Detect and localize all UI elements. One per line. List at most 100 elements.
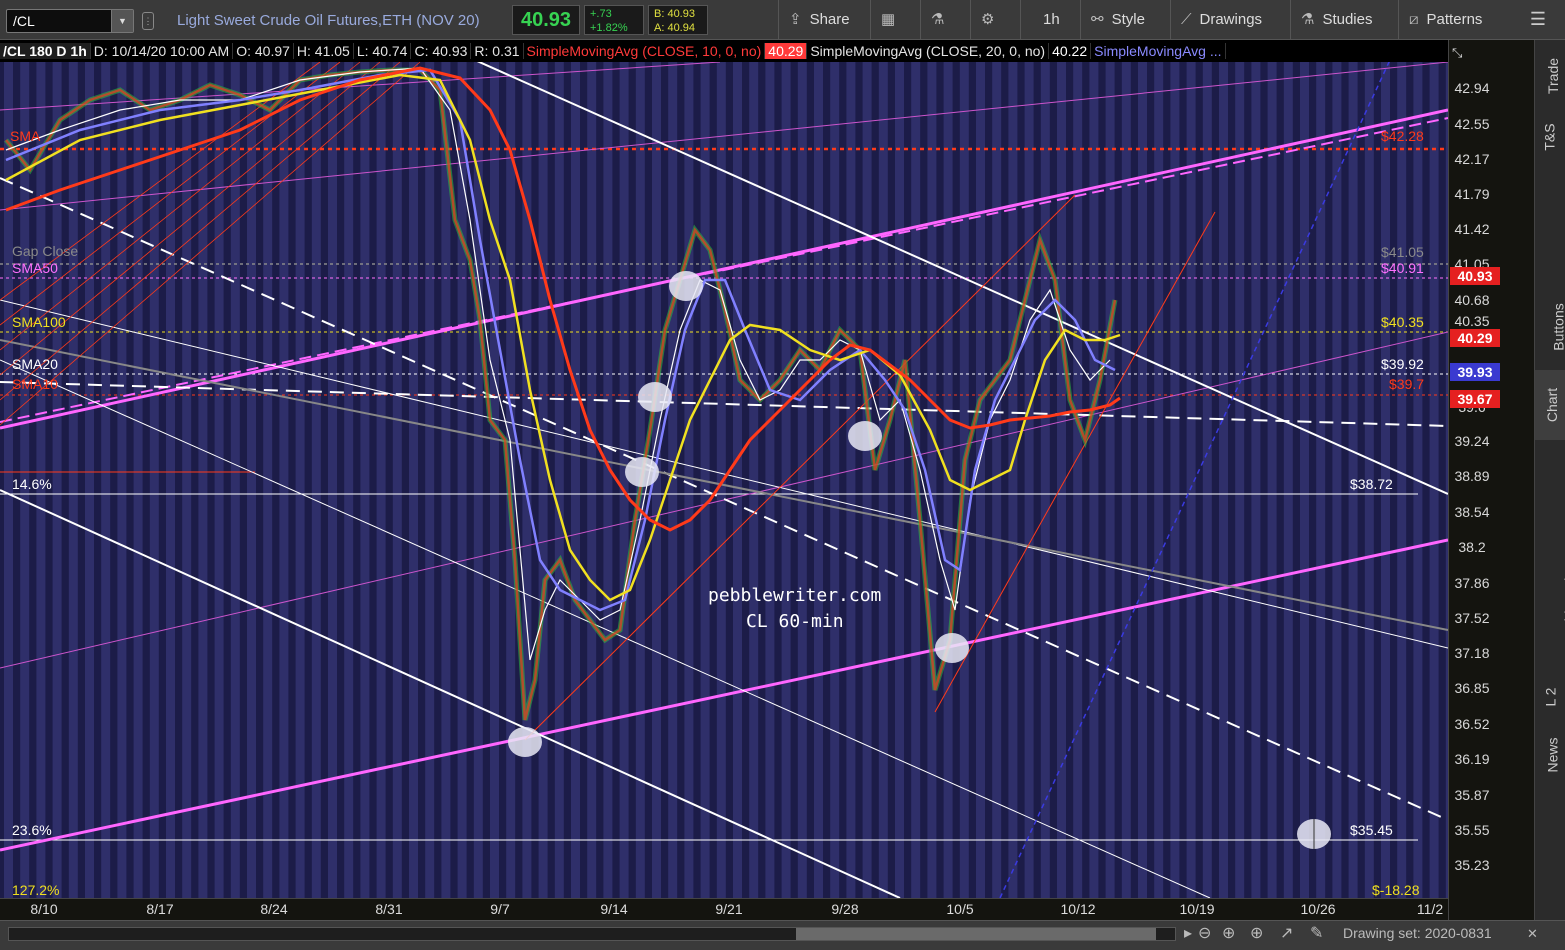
- symbol-dropdown-icon[interactable]: ▼: [111, 10, 133, 32]
- header-sma20-value: 40.22: [1049, 43, 1092, 59]
- session-stripe: [1024, 62, 1034, 898]
- flask-button[interactable]: ⚗: [920, 0, 968, 40]
- style-button[interactable]: ⚯ Style: [1080, 0, 1166, 40]
- symbol-value: /CL: [13, 13, 35, 29]
- session-stripe: [814, 62, 823, 898]
- menu-icon[interactable]: ☰: [1527, 9, 1549, 31]
- price-tick: 35.55: [1454, 822, 1490, 838]
- watermark-timeframe: CL 60-min: [746, 611, 844, 632]
- share-button[interactable]: ⇪ Share: [778, 0, 868, 40]
- header-sma10-label: SimpleMovingAvg (CLOSE, 10, 0, no): [523, 43, 766, 59]
- session-stripe: [1429, 62, 1439, 898]
- price-tick: 40.68: [1454, 292, 1490, 308]
- header-sma20-label: SimpleMovingAvg (CLOSE, 20, 0, no): [807, 43, 1050, 59]
- price-chart[interactable]: [0, 40, 1448, 920]
- bid-ask: B: 40.93 A: 40.94: [648, 5, 708, 35]
- zoom-out-icon[interactable]: ⊖: [1198, 923, 1211, 943]
- close-icon[interactable]: ✕: [1527, 926, 1538, 942]
- drawings-icon: ⟋: [1181, 11, 1192, 28]
- session-stripe: [1267, 62, 1277, 898]
- timeframe-button[interactable]: 1h: [1020, 0, 1078, 40]
- touch-point-marker: [669, 271, 703, 301]
- watermark-site: pebblewriter.com: [708, 585, 882, 606]
- date-tick: 10/5: [946, 901, 974, 917]
- session-stripe: [166, 62, 175, 898]
- fib-14-6-label: 14.6%: [12, 476, 52, 492]
- session-stripe: [781, 62, 791, 898]
- settings-button[interactable]: ⚙: [970, 0, 1018, 40]
- session-stripe: [765, 62, 775, 898]
- date-tick: 11/2: [1416, 901, 1444, 917]
- session-stripe: [797, 62, 807, 898]
- session-stripe: [311, 62, 321, 898]
- session-stripe: [328, 62, 337, 898]
- date-tick: 10/12: [1060, 901, 1096, 917]
- session-stripe: [1138, 62, 1147, 898]
- touch-point-marker: [935, 633, 969, 663]
- scroll-right-icon[interactable]: ▸: [1184, 923, 1192, 943]
- header-sma10-value: 40.29: [765, 43, 808, 59]
- pencil-icon[interactable]: ✎: [1310, 923, 1323, 943]
- touch-point-marker: [625, 457, 659, 487]
- price-tick: 37.86: [1454, 575, 1490, 591]
- drawing-set-label[interactable]: Drawing set: 2020-0831: [1343, 925, 1492, 941]
- side-tab-t-s[interactable]: T&S: [1535, 112, 1565, 162]
- chart-icon: ▦: [881, 11, 896, 28]
- price-tick: 36.19: [1454, 751, 1490, 767]
- header-date: D: 10/14/20 10:00 AM: [90, 43, 234, 59]
- chart-scroll-thumb[interactable]: [796, 928, 1156, 940]
- price-badge: 40.93: [1450, 267, 1500, 285]
- expand-icon[interactable]: ⤡: [1452, 45, 1462, 61]
- link-icon[interactable]: ⋮: [142, 12, 154, 30]
- session-stripe: [1040, 62, 1050, 898]
- side-tab-active-trader[interactable]: Active Trader: [1535, 170, 1565, 282]
- symbol-input[interactable]: /CL ▼: [6, 9, 134, 33]
- fib-23-6-label: 23.6%: [12, 822, 52, 838]
- session-stripe: [117, 62, 127, 898]
- chart-settings-button[interactable]: ▦: [870, 0, 918, 40]
- price-tick: 38.54: [1454, 504, 1490, 520]
- side-tab-l-2[interactable]: L 2: [1535, 672, 1565, 722]
- side-tab-news[interactable]: News: [1535, 730, 1565, 780]
- price-tick: 37.52: [1454, 610, 1490, 626]
- session-stripe: [52, 62, 62, 898]
- header-open: O: 40.97: [233, 43, 294, 59]
- patterns-button[interactable]: ⧄ Patterns: [1398, 0, 1510, 40]
- sma-top-label: SMA: [10, 128, 41, 144]
- session-stripe: [457, 62, 467, 898]
- price-tick: 41.79: [1454, 186, 1490, 202]
- side-tab-chart[interactable]: Chart: [1535, 370, 1565, 440]
- cursor-icon[interactable]: ↗: [1280, 923, 1293, 943]
- drawings-button[interactable]: ⟋ Drawings: [1170, 0, 1286, 40]
- side-tab-trade[interactable]: Trade: [1535, 50, 1565, 102]
- session-stripe: [344, 62, 354, 898]
- crosshair-icon[interactable]: ⊕: [1222, 923, 1235, 943]
- level-39-92: $39.92: [1381, 356, 1424, 372]
- studies-button[interactable]: ⚗ Studies: [1290, 0, 1396, 40]
- price-tick: 38.89: [1454, 468, 1490, 484]
- price-tick: 40.35: [1454, 313, 1490, 329]
- session-stripe: [976, 62, 985, 898]
- session-stripe: [101, 62, 111, 898]
- session-stripe: [1073, 62, 1083, 898]
- zoom-in-icon[interactable]: ⊕: [1250, 923, 1263, 943]
- change-percent: +1.82%: [590, 22, 628, 34]
- session-stripe: [392, 62, 402, 898]
- session-stripe: [733, 62, 742, 898]
- side-tab-dashboard[interactable]: Dashboard: [1535, 562, 1565, 662]
- level-42-28: $42.28: [1381, 128, 1424, 144]
- session-stripe: [230, 62, 240, 898]
- top-toolbar: /CL ▼ ⋮ Light Sweet Crude Oil Futures,ET…: [0, 0, 1565, 40]
- level-41-05: $41.05: [1381, 244, 1424, 260]
- date-tick: 10/19: [1179, 901, 1215, 917]
- session-stripe: [376, 62, 386, 898]
- sma20-label: SMA20: [12, 356, 58, 372]
- session-stripe: [1154, 62, 1164, 898]
- session-stripe: [425, 62, 435, 898]
- side-tab-phase-scores[interactable]: Phase Scores: [1535, 450, 1565, 554]
- sma10-label: SMA10: [12, 376, 58, 392]
- side-tab-buttons[interactable]: Buttons: [1535, 292, 1565, 362]
- price-badge: 39.93: [1450, 363, 1500, 381]
- level-39-7: $39.7: [1389, 376, 1425, 392]
- date-tick: 9/28: [831, 901, 859, 917]
